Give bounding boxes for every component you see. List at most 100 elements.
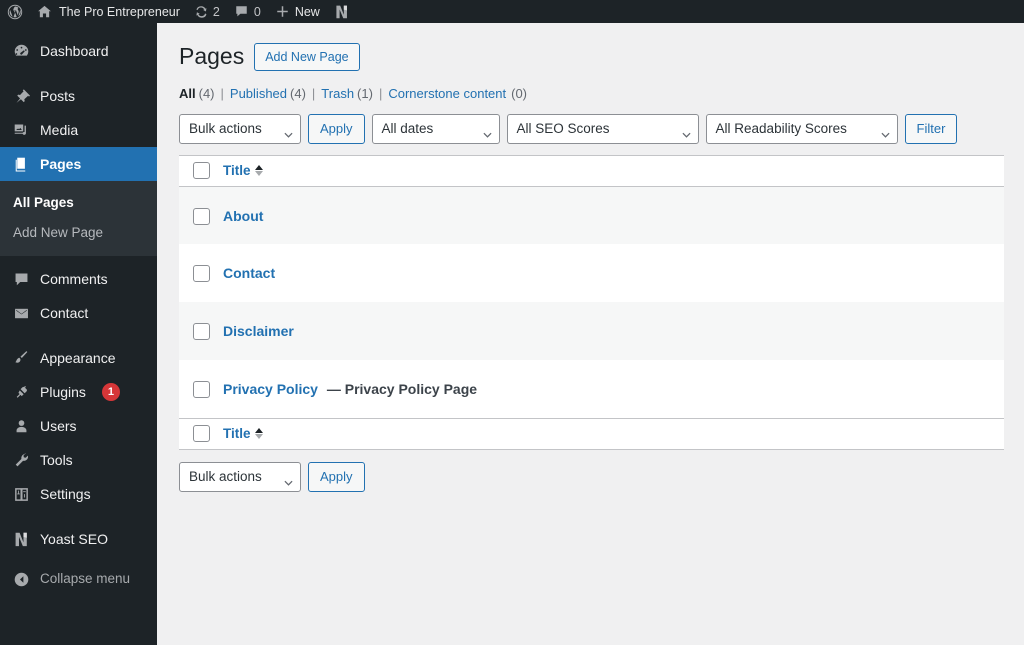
comments-menu[interactable]: 0 <box>227 0 268 23</box>
view-count: (1) <box>357 85 373 101</box>
select-all-checkbox-top[interactable] <box>193 162 210 180</box>
sidebar-item-appearance[interactable]: Appearance <box>0 341 157 375</box>
pages-table: Title About Contact Disclaimer Privacy P… <box>179 154 1004 450</box>
view-link-trash[interactable]: Trash (1) <box>321 86 373 101</box>
plugins-update-badge: 1 <box>101 383 120 402</box>
view-label[interactable]: Published <box>230 86 287 101</box>
pages-submenu: All Pages Add New Page <box>0 181 157 257</box>
table-head: Title <box>179 155 1004 187</box>
sidebar-item-label: Users <box>40 418 77 435</box>
column-title-label: Title <box>223 163 251 179</box>
row-title-cell: Privacy Policy — Privacy Policy Page <box>223 360 1004 418</box>
row-title-cell: Contact <box>223 244 1004 302</box>
views-filter-links: All (4) | Published (4) | Trash (1) | Corne… <box>179 86 1004 101</box>
media-icon <box>11 120 31 140</box>
sidebar-item-yoast-seo[interactable]: Yoast SEO <box>0 522 157 556</box>
readability-score-value: All Readability Scores <box>715 121 847 137</box>
table-row: Contact <box>179 244 1004 302</box>
sidebar-item-dashboard[interactable]: Dashboard <box>0 34 157 68</box>
table-toolbar-bottom: Bulk actions Apply <box>179 461 1004 492</box>
bulk-actions-select-bottom[interactable]: Bulk actions <box>179 461 301 492</box>
sidebar-item-plugins[interactable]: Plugins 1 <box>0 375 157 409</box>
sort-by-title-link-bottom[interactable]: Title <box>223 426 263 441</box>
view-link-cornerstone-content[interactable]: Cornerstone content (0) <box>388 86 527 101</box>
filter-button[interactable]: Filter <box>904 113 958 144</box>
row-select-cell <box>179 360 223 418</box>
admin-sidebar: Dashboard Posts Media Pages All Pages Ad <box>0 23 165 645</box>
sidebar-item-settings[interactable]: Settings <box>0 477 157 511</box>
sort-arrows-icon <box>254 165 263 177</box>
table-toolbar-top: Bulk actions Apply All dates All SEO Sco… <box>179 113 1004 144</box>
apply-button-top[interactable]: Apply <box>308 113 365 144</box>
title-column-header-top: Title <box>223 155 1004 187</box>
add-new-page-button[interactable]: Add New Page <box>254 42 360 71</box>
sidebar-item-contact[interactable]: Contact <box>0 296 157 330</box>
column-title-label: Title <box>223 426 251 442</box>
yoast-menu[interactable] <box>327 0 356 23</box>
sidebar-item-add-new-page[interactable]: Add New Page <box>0 218 157 248</box>
row-checkbox[interactable] <box>193 207 210 225</box>
comment-bubble-icon <box>234 4 249 19</box>
view-link-all[interactable]: All (4) <box>179 86 215 101</box>
wordpress-logo-menu[interactable] <box>0 0 30 23</box>
row-title-cell: Disclaimer <box>223 302 1004 360</box>
view-count: (0) <box>511 85 528 101</box>
sidebar-item-label: Dashboard <box>40 43 109 59</box>
page-title-link[interactable]: Privacy Policy <box>223 381 318 397</box>
readability-score-filter-select[interactable]: All Readability Scores <box>705 113 898 144</box>
title-column-header-bottom: Title <box>223 418 1004 450</box>
views-separator: | <box>378 85 383 101</box>
updates-count: 2 <box>212 4 220 19</box>
sidebar-item-tools[interactable]: Tools <box>0 443 157 477</box>
select-all-checkbox-bottom[interactable] <box>193 425 210 443</box>
menu-separator-1 <box>0 68 157 79</box>
sort-by-title-link-top[interactable]: Title <box>223 163 263 178</box>
view-label[interactable]: Trash <box>321 86 354 101</box>
sidebar-item-media[interactable]: Media <box>0 113 157 147</box>
bulk-actions-select-top[interactable]: Bulk actions <box>179 113 301 144</box>
collapse-menu-button[interactable]: Collapse menu <box>0 562 157 596</box>
view-label[interactable]: Cornerstone content <box>388 86 506 101</box>
row-checkbox[interactable] <box>193 381 210 399</box>
table-row: Disclaimer <box>179 302 1004 361</box>
date-filter-select[interactable]: All dates <box>371 113 500 144</box>
settings-sliders-icon <box>11 484 31 504</box>
bulk-actions-value: Bulk actions <box>189 121 262 137</box>
admin-bar: The Pro Entrepreneur 2 0 New <box>0 0 1024 23</box>
pages-wrap: Pages Add New Page All (4) | Published (4)… <box>157 23 1024 492</box>
table-row: About <box>179 186 1004 245</box>
sidebar-item-users[interactable]: Users <box>0 409 157 443</box>
updates-icon <box>194 5 208 19</box>
view-link-published[interactable]: Published (4) <box>230 86 306 101</box>
wordpress-logo-icon <box>7 4 23 20</box>
chevron-down-icon <box>880 126 890 138</box>
row-checkbox[interactable] <box>193 323 210 341</box>
comments-count: 0 <box>253 4 261 19</box>
post-state-label: — Privacy Policy Page <box>326 381 478 398</box>
site-name-menu[interactable]: The Pro Entrepreneur <box>30 0 187 23</box>
apply-button-bottom[interactable]: Apply <box>308 461 365 492</box>
select-all-header <box>179 155 223 187</box>
collapse-arrow-icon <box>11 569 31 589</box>
menu-separator-2 <box>0 330 157 341</box>
updates-menu[interactable]: 2 <box>187 0 227 23</box>
sidebar-item-posts[interactable]: Posts <box>0 79 157 113</box>
select-all-footer <box>179 418 223 450</box>
sidebar-item-all-pages[interactable]: All Pages <box>0 188 157 218</box>
chevron-down-icon <box>284 474 293 486</box>
table-footer-row: Title <box>179 418 1004 450</box>
page-title-link[interactable]: Disclaimer <box>223 323 294 339</box>
page-title-link[interactable]: Contact <box>223 265 275 281</box>
seo-score-filter-select[interactable]: All SEO Scores <box>506 113 699 144</box>
chevron-down-icon <box>284 126 293 138</box>
new-content-menu[interactable]: New <box>268 0 327 23</box>
page-title-link[interactable]: About <box>223 208 263 224</box>
sort-arrows-icon <box>254 428 263 440</box>
sidebar-item-label: Appearance <box>40 350 116 367</box>
sidebar-item-pages[interactable]: Pages <box>0 147 165 181</box>
envelope-icon <box>11 303 31 323</box>
sidebar-item-comments[interactable]: Comments <box>0 262 157 296</box>
table-body: About Contact Disclaimer Privacy Policy … <box>179 186 1004 418</box>
page-title: Pages <box>179 43 245 69</box>
row-checkbox[interactable] <box>193 265 210 283</box>
